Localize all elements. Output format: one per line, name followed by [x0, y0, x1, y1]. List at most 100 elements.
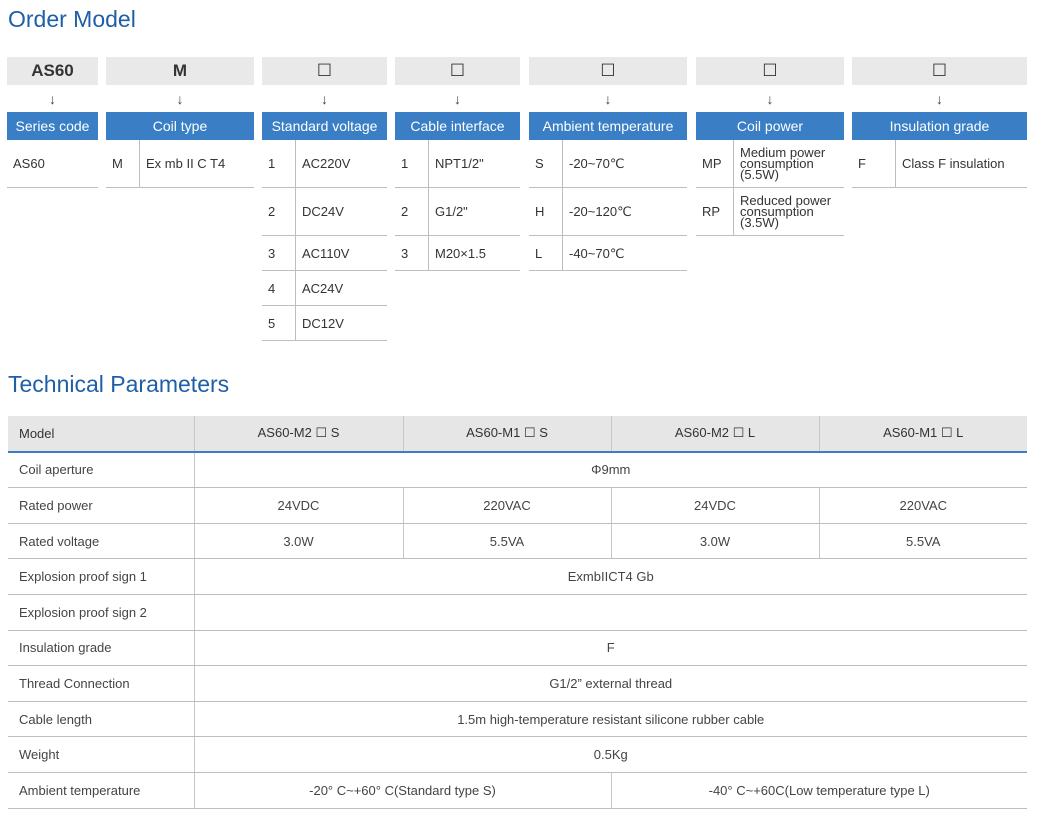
option-description: G1/2"	[435, 204, 468, 219]
option-description: DC24V	[302, 204, 344, 219]
option-code: M	[106, 140, 140, 187]
down-arrow-icon: ↓	[766, 90, 774, 107]
parameter-label: Ambient temperature	[8, 772, 194, 809]
table-header-row: Model AS60-M2 ☐ S AS60-M1 ☐ S AS60-M2 ☐ L AS…	[8, 416, 1027, 453]
option-description: M20×1.5	[435, 245, 486, 261]
model-code-box: ☐	[696, 57, 844, 85]
option-row: H -20~120℃	[529, 188, 687, 236]
parameter-label: Thread Connection	[8, 665, 194, 702]
option-code: S	[529, 140, 563, 187]
parameter-label: Coil aperture	[8, 451, 194, 489]
model-code-box: AS60	[7, 57, 98, 85]
option-row: 3 M20×1.5	[395, 236, 520, 271]
order-column: AS60 ↓ Series code AS60	[7, 57, 98, 188]
order-model-title: Order Model	[8, 6, 136, 32]
option-description: AC220V	[302, 156, 351, 171]
table-row: Explosion proof sign 2	[8, 594, 1027, 631]
parameter-value	[193, 594, 1027, 631]
down-arrow-icon: ↓	[454, 90, 461, 107]
option-code: RP	[696, 188, 734, 235]
model-code-box: M	[106, 57, 254, 85]
parameter-label: Explosion proof sign 1	[8, 558, 194, 595]
parameter-value: 220VAC	[818, 487, 1027, 524]
parameter-value: 5.5VA	[402, 523, 611, 560]
order-column: ☐ ↓ Insulation grade F Class F insulation	[852, 57, 1027, 188]
parameter-value: -20° C~+60° C(Standard type S)	[193, 772, 611, 809]
parameter-label: Cable length	[8, 701, 194, 738]
order-column: ☐ ↓ Standard voltage 1 AC220V 2 DC24V 3 AC110V 4 A…	[262, 57, 387, 341]
option-description: AC110V	[302, 245, 350, 261]
model-header: Model	[8, 416, 194, 453]
down-arrow-icon: ↓	[321, 90, 328, 107]
parameter-value: 0.5Kg	[193, 736, 1027, 773]
parameter-value: 24VDC	[610, 487, 819, 524]
option-row: L -40~70℃	[529, 236, 687, 271]
option-row: F Class F insulation	[852, 140, 1027, 188]
table-row: Weight 0.5Kg	[8, 736, 1027, 773]
table-row: Explosion proof sign 1 ExmbIICT4 Gb	[8, 558, 1027, 595]
table-row: Insulation grade F	[8, 630, 1027, 667]
column-header: Series code	[7, 112, 98, 140]
option-row: 1 AC220V	[262, 140, 387, 188]
parameter-value: 220VAC	[402, 487, 611, 524]
model-code-box: ☐	[262, 57, 387, 85]
option-code: 1	[262, 140, 296, 187]
parameter-value: 5.5VA	[818, 523, 1027, 560]
option-code: 5	[262, 306, 296, 340]
column-header: Ambient temperature	[529, 112, 687, 140]
option-description: -40~70℃	[569, 245, 625, 261]
table-row: Ambient temperature -20° C~+60° C(Standar…	[8, 772, 1027, 809]
order-column: ☐ ↓ Cable interface 1 NPT1/2" 2 G1/2" 3 M20×1.5	[395, 57, 520, 271]
option-description-line: (5.5W)	[740, 167, 779, 182]
parameter-value: 24VDC	[193, 487, 403, 524]
option-description: -20~70℃	[569, 156, 625, 171]
column-header: Standard voltage	[262, 112, 387, 140]
option-description: Class F insulation	[902, 156, 1005, 171]
table-row: Cable length 1.5m high-temperature resist…	[8, 701, 1027, 738]
parameter-value: F	[193, 630, 1027, 667]
option-code: 2	[395, 188, 429, 235]
table-row: Rated power 24VDC 220VAC 24VDC 220VAC	[8, 487, 1027, 524]
option-row: M Ex mb II C T4	[106, 140, 254, 188]
parameter-value: Φ9mm	[193, 451, 1027, 489]
model-code-box: ☐	[395, 57, 520, 85]
option-row: 2 DC24V	[262, 188, 387, 236]
option-code: F	[852, 140, 896, 187]
model-variant-header: AS60-M1 ☐ S	[402, 416, 611, 453]
parameter-value: 1.5m high-temperature resistant silicone…	[193, 701, 1027, 738]
technical-parameters-title: Technical Parameters	[8, 371, 230, 397]
parameter-value: ExmbIICT4 Gb	[193, 558, 1027, 595]
option-description: Medium power consumption (5.5W)	[734, 140, 844, 187]
option-code: 2	[262, 188, 296, 235]
technical-parameters-table: Model AS60-M2 ☐ S AS60-M1 ☐ S AS60-M2 ☐ L AS…	[8, 416, 1027, 809]
option-row: AS60	[7, 140, 98, 188]
down-arrow-icon: ↓	[936, 90, 943, 107]
down-arrow-icon: ↓	[49, 90, 56, 107]
option-row: 4 AC24V	[262, 271, 387, 306]
parameter-label: Rated power	[8, 487, 194, 524]
model-code-box: ☐	[529, 57, 687, 85]
model-variant-header: AS60-M1 ☐ L	[818, 416, 1027, 453]
option-row: S -20~70℃	[529, 140, 687, 188]
model-variant-header: AS60-M2 ☐ S	[193, 416, 403, 453]
option-description: Reduced power consumption (3.5W)	[734, 188, 844, 235]
order-column: ☐ ↓ Coil power MP Medium power consumption (5.…	[696, 57, 844, 236]
column-header: Insulation grade	[852, 112, 1027, 140]
option-row: 2 G1/2"	[395, 188, 520, 236]
parameter-value: 3.0W	[610, 523, 819, 560]
option-description: DC12V	[302, 315, 344, 331]
option-row: RP Reduced power consumption (3.5W)	[696, 188, 844, 236]
option-code: 1	[395, 140, 429, 187]
model-code-box: ☐	[852, 57, 1027, 85]
option-row: 5 DC12V	[262, 306, 387, 341]
model-variant-header: AS60-M2 ☐ L	[610, 416, 819, 453]
down-arrow-icon: ↓	[604, 90, 612, 107]
option-description: AC24V	[302, 280, 344, 296]
column-header: Coil type	[106, 112, 254, 140]
option-code: MP	[696, 140, 734, 187]
parameter-value: -40° C~+60C(Low temperature type L)	[610, 772, 1027, 809]
column-header: Coil power	[696, 112, 844, 140]
order-column: M ↓ Coil type M Ex mb II C T4	[106, 57, 254, 188]
parameter-value: G1/2” external thread	[193, 665, 1027, 702]
option-code: 3	[395, 236, 429, 270]
